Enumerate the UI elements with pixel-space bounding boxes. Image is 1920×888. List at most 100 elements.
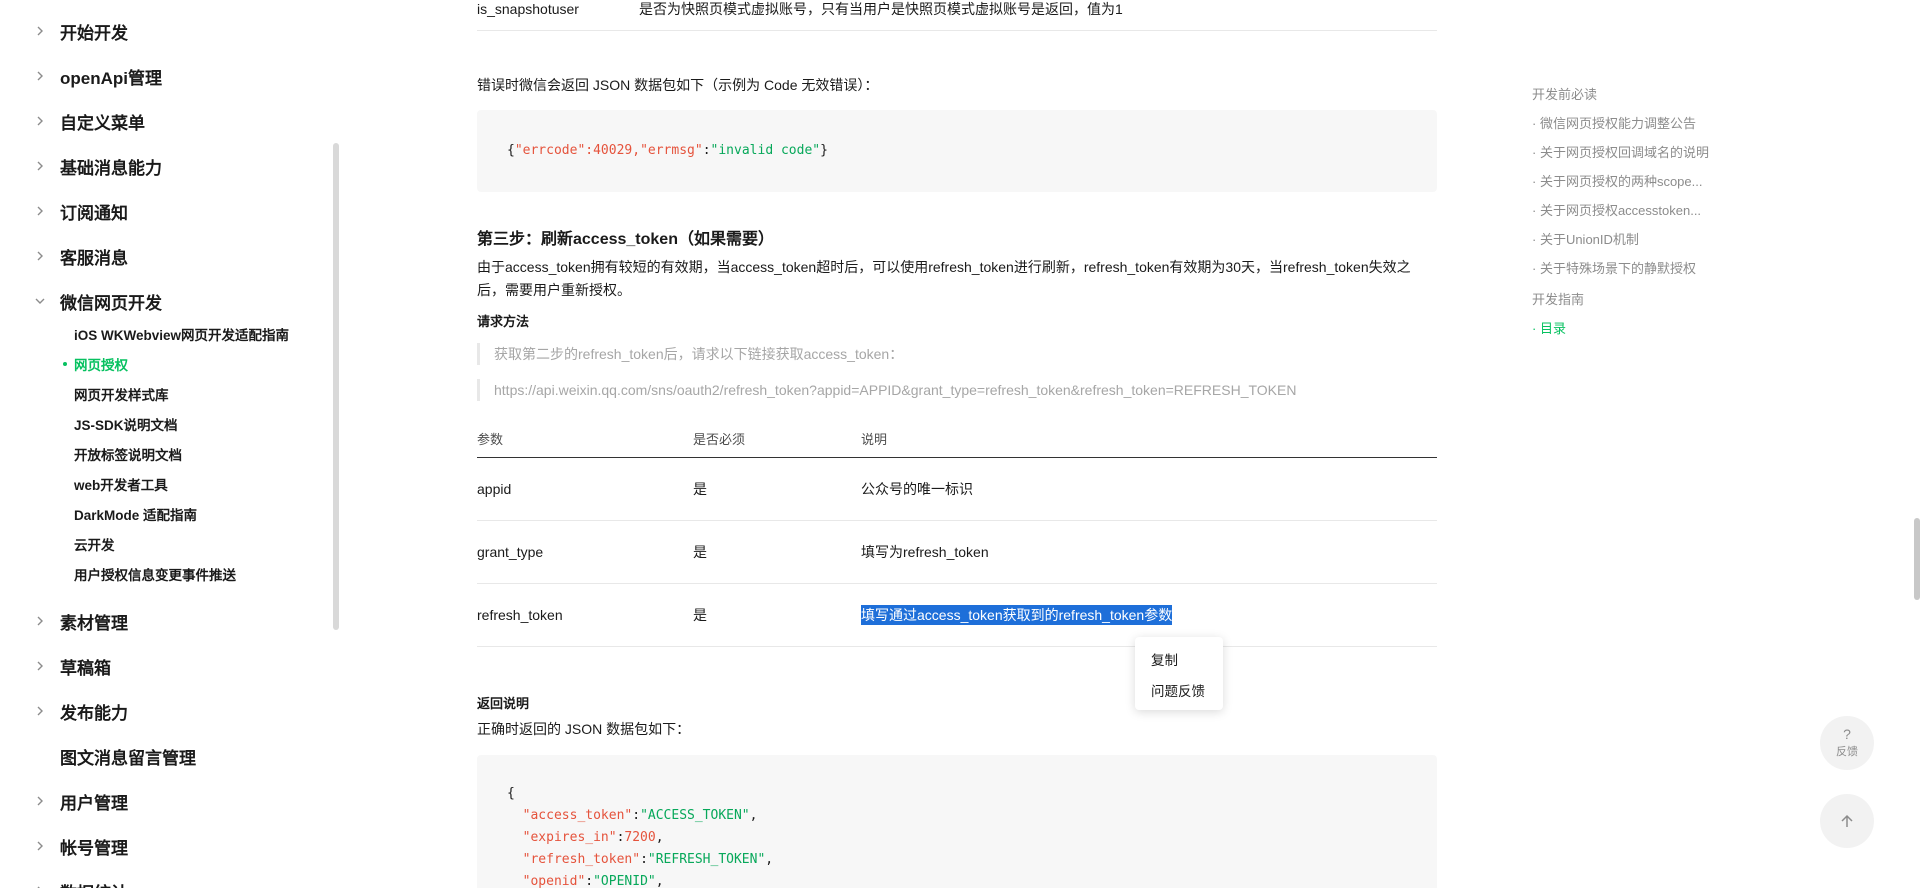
param-desc-selected[interactable]: 填写通过access_token获取到的refresh_token参数 xyxy=(861,584,1173,646)
param-desc: 填写为refresh_token xyxy=(861,544,989,560)
sidebar-subitem-web-auth[interactable]: 网页授权 xyxy=(63,350,128,378)
active-dot-icon xyxy=(63,362,67,366)
sidebar-item-subscribe[interactable]: 订阅通知 xyxy=(0,191,320,231)
table-header-cell: 说明 xyxy=(861,432,888,447)
toc-item[interactable]: · 关于UnionID机制 xyxy=(1532,229,1639,248)
return-code: { "access_token":"ACCESS_TOKEN", "expire… xyxy=(507,783,773,888)
param-required: 是 xyxy=(693,607,707,623)
code-key: "access_token" xyxy=(522,808,633,823)
sidebar-item-label: 微信网页开发 xyxy=(60,293,162,313)
page-scrollbar[interactable] xyxy=(1914,518,1920,600)
error-code-block: {"errcode":40029,"errmsg":"invalid code"… xyxy=(477,110,1437,192)
context-menu-feedback[interactable]: 问题反馈 xyxy=(1151,680,1205,700)
sidebar-item-label: 草稿箱 xyxy=(60,658,111,678)
sidebar-item-stats[interactable]: 数据统计 xyxy=(0,871,320,888)
chevron-right-icon xyxy=(34,660,46,672)
sidebar-item-material[interactable]: 素材管理 xyxy=(0,601,320,641)
code-brace: { xyxy=(507,786,515,801)
sidebar-item-custom-menu[interactable]: 自定义菜单 xyxy=(0,101,320,141)
request-quote-1: 获取第二步的refresh_token后，请求以下链接获取access_toke… xyxy=(477,343,1437,365)
sidebar-nav: 开始开发 openApi管理 自定义菜单 基础消息能力 订阅通知 客服消息 微信… xyxy=(0,0,340,888)
param-desc: 公众号的唯一标识 xyxy=(861,481,973,497)
request-url-quote: https://api.weixin.qq.com/sns/oauth2/ref… xyxy=(477,379,1437,401)
code-line: "openid":"OPENID", xyxy=(523,874,664,888)
sidebar-subitem-label: 网页授权 xyxy=(74,358,128,373)
code-number: :40029, xyxy=(585,143,641,158)
sidebar-item-label: openApi管理 xyxy=(60,68,162,88)
sidebar-subitem-darkmode[interactable]: DarkMode 适配指南 xyxy=(74,500,197,528)
code-colon: : xyxy=(702,143,711,158)
return-code-block: { "access_token":"ACCESS_TOKEN", "expire… xyxy=(477,755,1437,888)
selected-text[interactable]: 填写通过access_token获取到的refresh_token参数 xyxy=(861,605,1173,625)
param-name: refresh_token xyxy=(477,607,563,623)
toc-item[interactable]: 开发前必读 xyxy=(1532,84,1597,103)
chevron-right-icon xyxy=(34,705,46,717)
table-row: refresh_token 是 填写通过access_token获取到的refr… xyxy=(477,584,1437,647)
sidebar-subitem-label: web开发者工具 xyxy=(74,478,168,493)
back-to-top-button[interactable] xyxy=(1820,794,1874,848)
sidebar-subitem-ios-wkwebview[interactable]: iOS WKWebview网页开发适配指南 xyxy=(74,320,289,348)
sidebar-item-drafts[interactable]: 草稿箱 xyxy=(0,646,320,686)
context-menu: 复制 问题反馈 xyxy=(1135,637,1223,710)
sidebar-subitem-label: DarkMode 适配指南 xyxy=(74,508,198,523)
sidebar-subitem-style-lib[interactable]: 网页开发样式库 xyxy=(74,380,169,408)
toc-item[interactable]: · 关于网页授权accesstoken... xyxy=(1532,200,1701,219)
sidebar-subitem-open-tags[interactable]: 开放标签说明文档 xyxy=(74,440,182,468)
sidebar-item-start-dev[interactable]: 开始开发 xyxy=(0,11,320,51)
sidebar-item-label: 数据统计 xyxy=(60,879,128,888)
code-string: "OPENID" xyxy=(593,874,656,888)
code-line: "access_token":"ACCESS_TOKEN", xyxy=(523,808,758,823)
table-row: appid 是 公众号的唯一标识 xyxy=(477,458,1437,521)
toc-item[interactable]: 开发指南 xyxy=(1532,289,1584,308)
sidebar-item-label: 基础消息能力 xyxy=(60,158,162,178)
sidebar-item-publish[interactable]: 发布能力 xyxy=(0,691,320,731)
section-title-step3: 第三步：刷新access_token（如果需要） xyxy=(477,231,774,248)
sidebar-scrollbar[interactable] xyxy=(333,143,339,630)
sidebar-item-label: 发布能力 xyxy=(60,703,128,723)
code-colon: : xyxy=(585,874,594,888)
sidebar-subitem-label: 开放标签说明文档 xyxy=(74,448,182,463)
param-name: appid xyxy=(477,481,512,497)
table-row: is_snapshotuser 是否为快照页模式虚拟账号，只有当用户是快照页模式… xyxy=(477,0,1437,31)
chevron-right-icon xyxy=(34,160,46,172)
sidebar-item-customer-service[interactable]: 客服消息 xyxy=(0,236,320,276)
sidebar-item-users[interactable]: 用户管理 xyxy=(0,781,320,821)
return-label: 返回说明 xyxy=(477,696,530,711)
request-method-label: 请求方法 xyxy=(477,314,530,329)
toc-item[interactable]: · 关于特殊场景下的静默授权 xyxy=(1532,258,1696,277)
toc-item[interactable]: · 关于网页授权回调域名的说明 xyxy=(1532,142,1709,161)
sidebar-item-account[interactable]: 帐号管理 xyxy=(0,826,320,866)
context-menu-copy[interactable]: 复制 xyxy=(1151,649,1178,669)
chevron-right-icon xyxy=(34,25,46,37)
table-header: 参数 是否必须 说明 xyxy=(477,420,1437,458)
sidebar-subitem-label: 网页开发样式库 xyxy=(74,388,169,403)
toc-item-active[interactable]: · 目录 xyxy=(1532,318,1566,337)
toc-item[interactable]: · 微信网页授权能力调整公告 xyxy=(1532,113,1696,132)
chevron-right-icon xyxy=(34,840,46,852)
code-line: { xyxy=(507,786,515,801)
code-key: "errmsg" xyxy=(640,143,703,158)
sidebar-item-basic-message[interactable]: 基础消息能力 xyxy=(0,146,320,186)
sidebar-subitem-cloud-dev[interactable]: 云开发 xyxy=(74,530,115,558)
arrow-up-icon xyxy=(1839,813,1855,829)
step3-desc-line1: 由于access_token拥有较短的有效期，当access_token超时后，… xyxy=(477,259,1411,275)
param-name: grant_type xyxy=(477,544,544,560)
sidebar-subitem-label: JS-SDK说明文档 xyxy=(74,418,178,433)
code-colon: : xyxy=(632,808,641,823)
sidebar-item-label: 开始开发 xyxy=(60,23,128,43)
toc-item[interactable]: · 关于网页授权的两种scope... xyxy=(1532,171,1702,190)
sidebar-item-label: 自定义菜单 xyxy=(60,113,145,133)
table-header-cell: 是否必须 xyxy=(693,432,746,447)
sidebar-subitem-web-devtools[interactable]: web开发者工具 xyxy=(74,470,168,498)
chevron-down-icon xyxy=(34,295,46,307)
feedback-button[interactable]: ? 反馈 xyxy=(1820,716,1874,770)
sidebar-item-label: 用户管理 xyxy=(60,793,128,813)
sidebar-item-web-dev[interactable]: 微信网页开发 xyxy=(0,281,320,321)
sidebar-subitem-label: 云开发 xyxy=(74,538,115,553)
chevron-right-icon xyxy=(34,205,46,217)
sidebar-item-openapi[interactable]: openApi管理 xyxy=(0,56,320,96)
sidebar-item-comments[interactable]: 图文消息留言管理 xyxy=(0,736,320,776)
sidebar-subitem-auth-change-event[interactable]: 用户授权信息变更事件推送 xyxy=(74,560,236,588)
code-key: "openid" xyxy=(522,874,586,888)
sidebar-subitem-jssdk[interactable]: JS-SDK说明文档 xyxy=(74,410,178,438)
